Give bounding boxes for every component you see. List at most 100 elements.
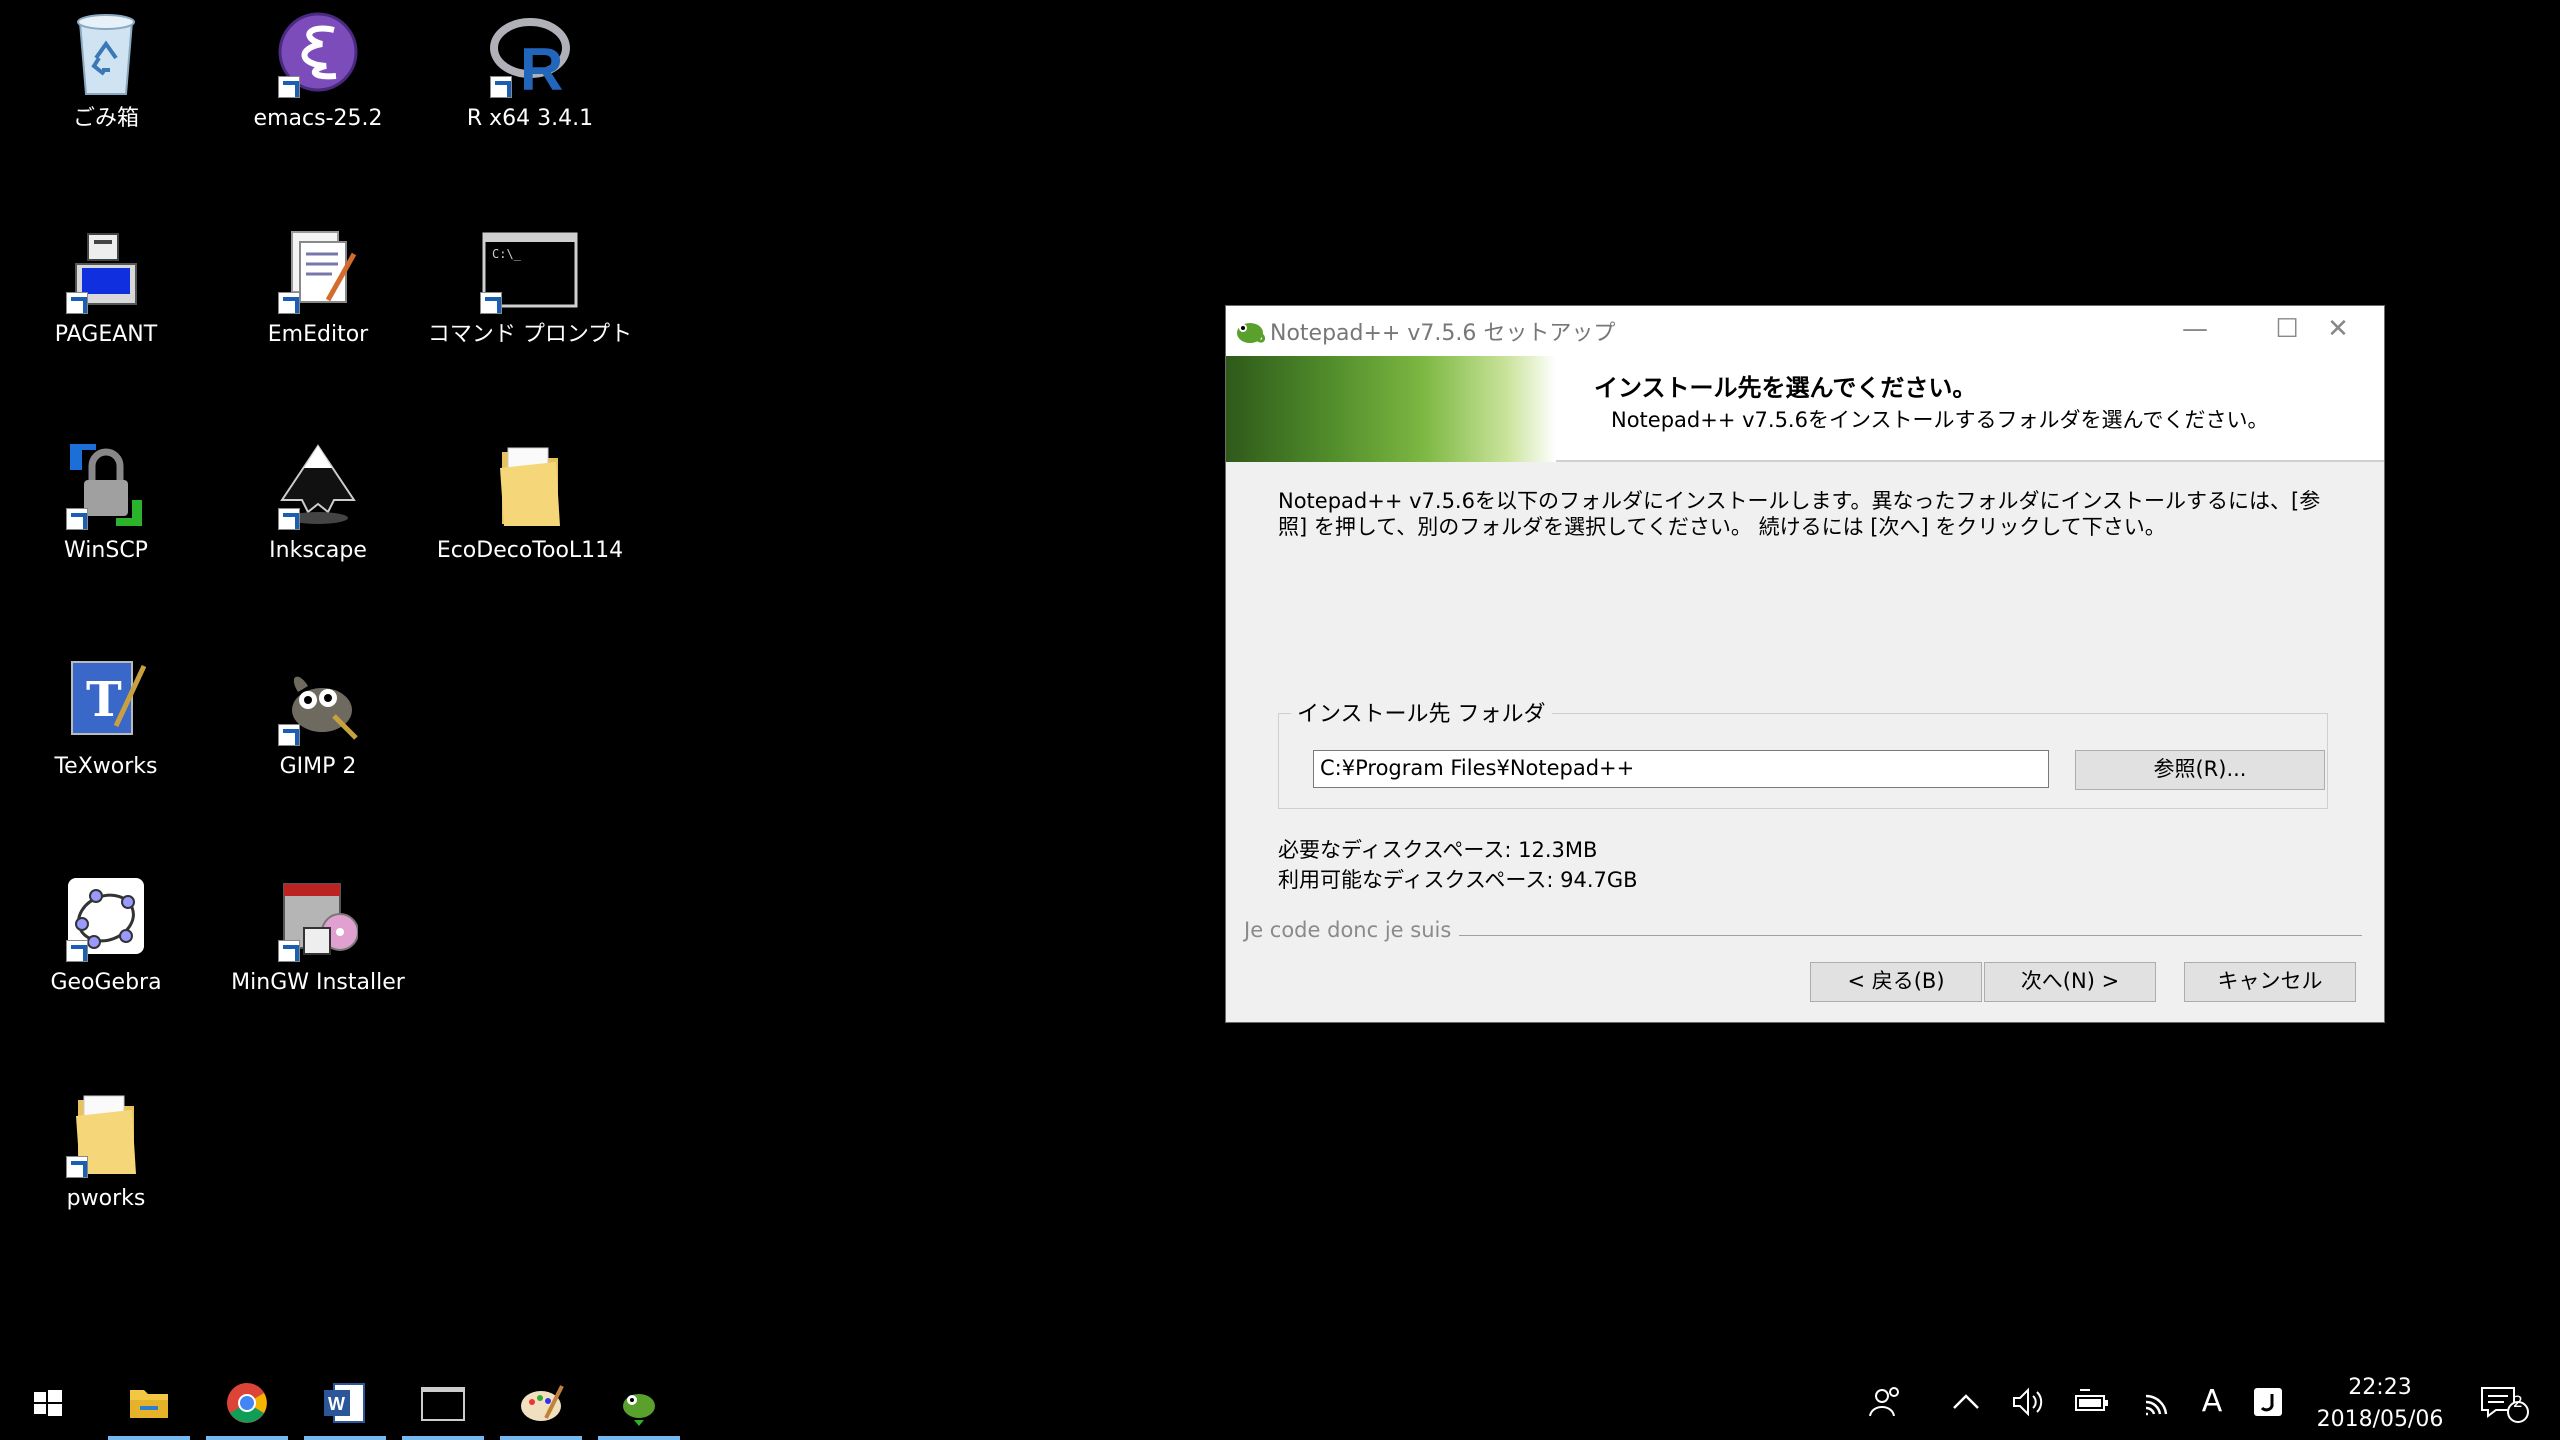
texworks-icon: T	[66, 656, 147, 746]
shortcut-arrow-icon	[490, 76, 512, 98]
desktop-icon-recycle-bin[interactable]: ごみ箱	[0, 0, 212, 200]
taskbar-word[interactable]: W	[304, 1366, 386, 1440]
desktop-icon-winscp[interactable]: WinSCP	[0, 432, 212, 632]
shortcut-arrow-icon	[278, 940, 300, 962]
taskbar-file-explorer[interactable]	[108, 1366, 190, 1440]
cancel-button[interactable]: キャンセル	[2184, 962, 2356, 1002]
svg-text:R: R	[520, 36, 563, 98]
notepadpp-chameleon-icon	[623, 1394, 655, 1426]
windows-logo-icon	[34, 1390, 62, 1416]
clock-date: 2018/05/06	[2316, 1407, 2444, 1432]
battery-icon[interactable]	[2070, 1380, 2114, 1424]
running-indicator	[304, 1436, 386, 1440]
ime-mode-indicator[interactable]: A	[2190, 1380, 2234, 1424]
desktop-icon-label: MinGW Installer	[231, 970, 405, 995]
emacs-icon	[278, 8, 358, 98]
desktop-icon-label: GeoGebra	[50, 970, 162, 995]
install-folder-group: インストール先 フォルダ C:¥Program Files¥Notepad++ …	[1278, 696, 2328, 809]
taskbar: W A 22:23 2018/05/06 2	[0, 1366, 2560, 1440]
taskbar-clock[interactable]: 22:23 2018/05/06	[2300, 1372, 2460, 1436]
desktop-icon-texworks[interactable]: T TeXworks	[0, 648, 212, 848]
running-indicator	[402, 1436, 484, 1440]
shortcut-arrow-icon	[66, 292, 88, 314]
ime-j-icon[interactable]	[2246, 1380, 2290, 1424]
desktop-icon-emacs[interactable]: emacs-25.2	[212, 0, 424, 200]
desktop-icon-gimp[interactable]: GIMP 2	[212, 648, 424, 848]
start-button[interactable]	[6, 1366, 88, 1440]
shortcut-arrow-icon	[66, 940, 88, 962]
pageant-icon	[66, 224, 146, 314]
desktop-icon-ecodecotool[interactable]: EcoDecoTooL114	[424, 432, 636, 632]
browse-button[interactable]: 参照(R)...	[2075, 750, 2325, 790]
running-indicator	[108, 1436, 190, 1440]
installer-dialog: Notepad++ v7.5.6 セットアップ — ☐ ✕ インストール先を選ん…	[1225, 305, 2385, 1023]
header-banner-image	[1226, 356, 1556, 462]
desktop-icon-label: pworks	[66, 1186, 146, 1211]
shortcut-arrow-icon	[278, 508, 300, 530]
header-title: インストール先を選んでください。	[1594, 374, 1977, 402]
dialog-title: Notepad++ v7.5.6 セットアップ	[1270, 321, 1616, 346]
file-explorer-icon	[130, 1390, 168, 1418]
people-icon[interactable]	[1864, 1380, 1908, 1424]
desktop-icon-mingw[interactable]: MinGW Installer	[212, 864, 424, 1064]
shortcut-arrow-icon	[278, 724, 300, 746]
desktop-icon-label: ごみ箱	[72, 106, 139, 131]
space-available: 利用可能なディスクスペース: 94.7GB	[1278, 868, 1638, 892]
shortcut-arrow-icon	[66, 508, 88, 530]
desktop-icon-label: TeXworks	[54, 754, 158, 779]
running-indicator	[500, 1436, 582, 1440]
intro-line-2: 照] を押して、別のフォルダを選択してください。 続けるには [次へ] をクリッ…	[1278, 515, 2166, 539]
svg-text:W: W	[328, 1394, 345, 1414]
close-button[interactable]: ✕	[2292, 306, 2384, 356]
desktop-icon-label: WinSCP	[64, 538, 148, 563]
back-button[interactable]: < 戻る(B)	[1810, 962, 1982, 1002]
recycle-bin-icon	[66, 8, 146, 98]
desktop-icon-label: EmEditor	[267, 322, 369, 347]
next-button[interactable]: 次へ(N) >	[1984, 962, 2156, 1002]
desktop-icon-inkscape[interactable]: Inkscape	[212, 432, 424, 632]
desktop-icon-pworks[interactable]: pworks	[0, 1080, 212, 1280]
notification-count: 2	[2512, 1392, 2524, 1411]
geogebra-icon	[66, 872, 146, 962]
clock-time: 22:23	[2348, 1375, 2412, 1400]
notepadpp-chameleon-icon	[1234, 316, 1266, 346]
desktop-icon-label: emacs-25.2	[253, 106, 383, 131]
shortcut-arrow-icon	[66, 1156, 88, 1178]
intro-text: Notepad++ v7.5.6を以下のフォルダにインストールします。異なったフ…	[1278, 488, 2348, 540]
desktop-icon-label: EcoDecoTooL114	[436, 538, 624, 563]
desktop-icon-label: GIMP 2	[279, 754, 357, 779]
space-required: 必要なディスクスペース: 12.3MB	[1278, 838, 1598, 862]
desktop-icon-command-prompt[interactable]: C:\_ コマンド プロンプト	[424, 216, 636, 416]
taskbar-paint[interactable]	[500, 1366, 582, 1440]
taskbar-command-prompt[interactable]	[402, 1366, 484, 1440]
show-hidden-icons-chevron-icon[interactable]	[1944, 1380, 1988, 1424]
header-subtitle: Notepad++ v7.5.6をインストールするフォルダを選んでください。	[1611, 408, 2269, 432]
action-center-button[interactable]: 2	[2474, 1380, 2534, 1424]
taskbar-chrome[interactable]	[206, 1366, 288, 1440]
command-prompt-icon	[421, 1387, 465, 1421]
folder-icon	[490, 440, 570, 530]
desktop-icon-r[interactable]: R R x64 3.4.1	[424, 0, 636, 200]
shortcut-arrow-icon	[480, 292, 502, 314]
dialog-titlebar[interactable]: Notepad++ v7.5.6 セットアップ — ☐ ✕	[1226, 306, 2384, 356]
desktop-icon-geogebra[interactable]: GeoGebra	[0, 864, 212, 1064]
minimize-button[interactable]: —	[2149, 306, 2241, 356]
install-path-input[interactable]: C:¥Program Files¥Notepad++	[1313, 750, 2049, 788]
taskbar-notepadpp-setup[interactable]	[598, 1366, 680, 1440]
paint-palette-icon	[521, 1385, 564, 1421]
desktop-icon-label: Inkscape	[269, 538, 367, 563]
chrome-icon	[227, 1383, 267, 1423]
desktop-icon-pageant[interactable]: PAGEANT	[0, 216, 212, 416]
r-icon: R	[490, 8, 570, 103]
mingw-icon	[278, 872, 359, 962]
volume-icon[interactable]	[2006, 1380, 2050, 1424]
command-prompt-icon: C:\_	[480, 224, 580, 314]
desktop-icon-emeditor[interactable]: EmEditor	[212, 216, 424, 416]
intro-line-1: Notepad++ v7.5.6を以下のフォルダにインストールします。異なったフ…	[1278, 489, 2321, 513]
desktop-icon-label: コマンド プロンプト	[427, 322, 633, 347]
wifi-icon[interactable]	[2138, 1380, 2182, 1424]
desktop-icon-label: PAGEANT	[54, 322, 158, 347]
gimp-icon	[278, 656, 358, 746]
brand-text: Je code donc je suis	[1244, 918, 1460, 942]
shortcut-arrow-icon	[278, 292, 300, 314]
